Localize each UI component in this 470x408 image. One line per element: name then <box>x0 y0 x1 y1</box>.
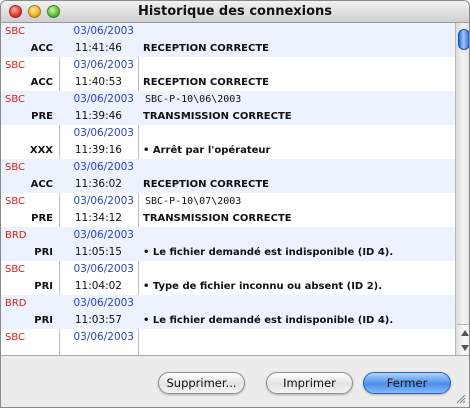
entry-date: 03/06/2003 <box>73 263 134 275</box>
log-entry[interactable]: BRD 03/06/2003 PRI 11:05:15 • Le fichier dem… <box>1 227 455 261</box>
operation-code: ACC <box>30 77 53 88</box>
operation-code: PRE <box>31 111 53 122</box>
delete-button[interactable]: Supprimer... <box>158 372 245 394</box>
title-bar[interactable]: Historique des connexions <box>1 1 469 23</box>
window-title: Historique des connexions <box>137 4 333 19</box>
log-entry-header: SBC 03/06/2003 <box>1 159 455 176</box>
resize-grip-icon[interactable] <box>456 394 466 404</box>
log-entry[interactable]: SBC 03/06/2003 ACC 11:41:46 RECEPTION CORREC… <box>1 23 455 57</box>
log-entry[interactable]: BRD 03/06/2003 PRI 11:03:57 • Le fichier dem… <box>1 295 455 329</box>
log-entry-detail: PRI 11:04:02 • Type de fichier inconnu ou … <box>1 278 455 295</box>
log-entry-header: BRD 03/06/2003 <box>1 295 455 312</box>
operation-code: PRE <box>31 213 53 224</box>
log-entry-detail: ACC 11:40:53 RECEPTION CORRECTE <box>1 74 455 91</box>
status-message: • Type de fichier inconnu ou absent (ID … <box>143 281 383 292</box>
partner-code: SBC <box>5 332 26 343</box>
entry-date: 03/06/2003 <box>73 297 134 309</box>
operation-code: XXX <box>29 145 53 156</box>
status-message: TRANSMISSION CORRECTE <box>143 213 292 224</box>
connection-history-window: Historique des connexions SBC 03/06/2003 A… <box>0 0 470 408</box>
print-button[interactable]: Imprimer <box>266 372 353 394</box>
status-message: TRANSMISSION CORRECTE <box>143 111 292 122</box>
partner-code: BRD <box>5 230 27 241</box>
partner-code: SBC <box>5 26 26 37</box>
partner-code: SBC <box>5 162 26 173</box>
vertical-scrollbar[interactable] <box>455 23 469 355</box>
log-entry[interactable]: SBC 03/06/2003 SBC-P-10\07\2003 PRE 11:34:12… <box>1 193 455 227</box>
operation-code: ACC <box>30 43 53 54</box>
operation-code: PRI <box>34 315 53 326</box>
operation-code: PRI <box>34 247 53 258</box>
operation-code: PRI <box>34 281 53 292</box>
partner-code: SBC <box>5 264 26 275</box>
log-entry-detail <box>1 346 455 355</box>
entry-time: 11:39:16 <box>74 144 122 156</box>
log-entry-header: BRD 03/06/2003 <box>1 227 455 244</box>
log-entry-header: SBC 03/06/2003 SBC-P-10\07\2003 <box>1 193 455 210</box>
scroll-arrows <box>457 324 469 355</box>
status-message: RECEPTION CORRECTE <box>143 43 269 54</box>
log-entry-detail: PRI 11:05:15 • Le fichier demandé est indi… <box>1 244 455 261</box>
partner-code: SBC <box>5 196 26 207</box>
log-entry[interactable]: SBC 03/06/2003 <box>1 329 455 355</box>
file-reference: SBC-P-10\07\2003 <box>145 196 242 207</box>
entry-date: 03/06/2003 <box>73 59 134 71</box>
operation-code: ACC <box>30 179 53 190</box>
entry-date: 03/06/2003 <box>73 127 134 139</box>
scroll-down-icon[interactable] <box>461 345 469 351</box>
entry-date: 03/06/2003 <box>73 331 134 343</box>
log-entry[interactable]: SBC 03/06/2003 ACC 11:36:02 RECEPTION CORREC… <box>1 159 455 193</box>
log-entry-header: SBC 03/06/2003 SBC-P-10\06\2003 <box>1 91 455 108</box>
entry-time: 11:40:53 <box>74 76 122 88</box>
entry-date: 03/06/2003 <box>73 195 134 207</box>
partner-code: BRD <box>5 298 27 309</box>
log-entry-header: SBC 03/06/2003 <box>1 261 455 278</box>
log-entry-header: SBC 03/06/2003 <box>1 23 455 40</box>
scroll-up-icon[interactable] <box>461 330 469 336</box>
file-reference: SBC-P-10\06\2003 <box>145 94 242 105</box>
log-entry-detail: ACC 11:41:46 RECEPTION CORRECTE <box>1 40 455 57</box>
partner-code: SBC <box>5 94 26 105</box>
entry-date: 03/06/2003 <box>73 25 134 37</box>
entry-date: 03/06/2003 <box>73 93 134 105</box>
entry-date: 03/06/2003 <box>73 161 134 173</box>
log-entry-detail: XXX 11:39:16 • Arrêt par l'opérateur <box>1 142 455 159</box>
log-entry-detail: PRI 11:03:57 • Le fichier demandé est indi… <box>1 312 455 329</box>
log-entry[interactable]: 03/06/2003 XXX 11:39:16 • Arrêt par l'opéra… <box>1 125 455 159</box>
log-entry[interactable]: SBC 03/06/2003 ACC 11:40:53 RECEPTION CORREC… <box>1 57 455 91</box>
status-message: • Le fichier demandé est indisponible (I… <box>143 315 394 326</box>
log-entry-header: SBC 03/06/2003 <box>1 57 455 74</box>
status-message: • Arrêt par l'opérateur <box>143 145 271 156</box>
log-entry-detail: PRE 11:39:46 TRANSMISSION CORRECTE <box>1 108 455 125</box>
status-message: RECEPTION CORRECTE <box>143 179 269 190</box>
log-entry-header: 03/06/2003 <box>1 125 455 142</box>
status-message: • Le fichier demandé est indisponible (I… <box>143 247 394 258</box>
entry-time: 11:39:46 <box>74 110 122 122</box>
status-message: RECEPTION CORRECTE <box>143 77 269 88</box>
entry-time: 11:03:57 <box>74 314 122 326</box>
log-entry-header: SBC 03/06/2003 <box>1 329 455 346</box>
log-entry-detail: ACC 11:36:02 RECEPTION CORRECTE <box>1 176 455 193</box>
scrollbar-thumb[interactable] <box>458 29 469 50</box>
log-entry[interactable]: SBC 03/06/2003 PRI 11:04:02 • Type de fichie… <box>1 261 455 295</box>
log-entry-detail: PRE 11:34:12 TRANSMISSION CORRECTE <box>1 210 455 227</box>
entry-time: 11:41:46 <box>74 42 122 54</box>
log-entry[interactable]: SBC 03/06/2003 SBC-P-10\06\2003 PRE 11:39:46… <box>1 91 455 125</box>
entry-date: 03/06/2003 <box>73 229 134 241</box>
entry-time: 11:04:02 <box>74 280 122 292</box>
entry-time: 11:36:02 <box>74 178 122 190</box>
partner-code: SBC <box>5 60 26 71</box>
entry-time: 11:34:12 <box>74 212 122 224</box>
connection-log-list[interactable]: SBC 03/06/2003 ACC 11:41:46 RECEPTION CORREC… <box>1 23 469 356</box>
close-button[interactable]: Fermer <box>363 372 451 394</box>
entry-time: 11:05:15 <box>74 246 122 258</box>
